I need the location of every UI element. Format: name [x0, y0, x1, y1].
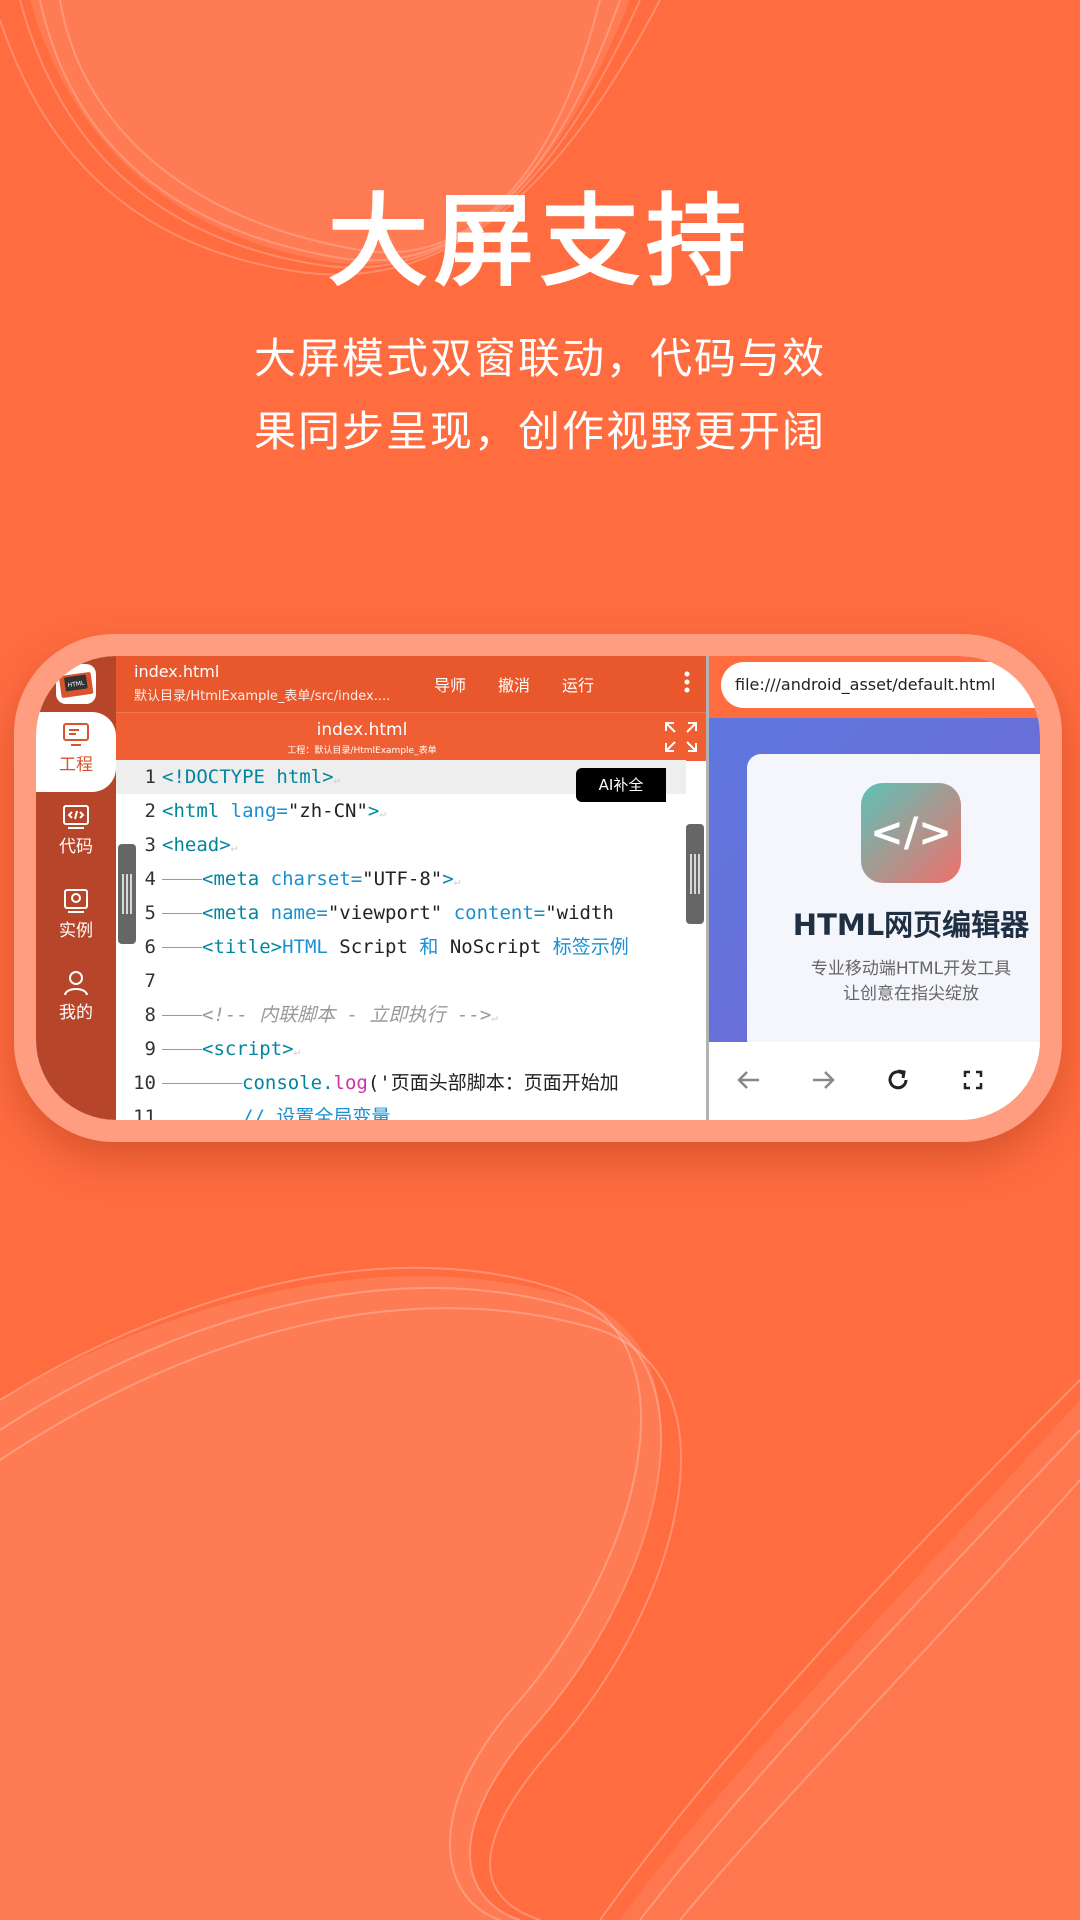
sidebar-label: 工程: [59, 755, 93, 775]
sidebar-item-examples[interactable]: 实例: [36, 878, 116, 958]
phone-frame: HTML 工程 代码 实例 我的 index.html 默认目录/HtmlExa…: [14, 634, 1062, 1142]
example-icon: [64, 889, 88, 913]
tab-title: index.html: [316, 720, 408, 740]
code-line: 5 <meta name="viewport" content="width: [144, 902, 614, 924]
file-title: index.html: [134, 662, 220, 681]
code-logo-icon: </>: [861, 783, 961, 883]
app-logo: HTML: [56, 664, 96, 704]
back-arrow-icon[interactable]: [735, 1066, 763, 1094]
url-bar-container: file:///android_asset/default.html: [709, 656, 1040, 718]
run-button[interactable]: 运行: [562, 672, 594, 696]
editor-toolbar: index.html 默认目录/HtmlExample_表单/src/index…: [116, 656, 706, 712]
sidebar-label: 我的: [59, 1003, 93, 1023]
code-line: 7: [144, 970, 156, 992]
forward-arrow-icon[interactable]: [809, 1066, 837, 1094]
sidebar: HTML 工程 代码 实例 我的: [36, 656, 116, 1120]
code-area[interactable]: 1 <!DOCTYPE html>↵ 2 <html lang="zh-CN">↵ …: [116, 760, 706, 1120]
user-icon: [64, 971, 88, 996]
fullscreen-icon[interactable]: [959, 1066, 987, 1094]
webpage-description-line1: 专业移动端HTML开发工具: [810, 959, 1012, 979]
code-line: 10 console.log('页面头部脚本：页面开始加: [133, 1072, 619, 1094]
sidebar-item-project[interactable]: 工程: [36, 712, 116, 792]
editor-tab[interactable]: index.html 工程：默认目录/HtmlExample_表单: [116, 712, 706, 761]
code-line: 8 <!-- 内联脚本 - 立即执行 -->↵: [144, 1004, 498, 1026]
left-drag-handle[interactable]: [118, 844, 136, 944]
refresh-icon[interactable]: [884, 1066, 912, 1094]
guide-button[interactable]: 导师: [434, 672, 466, 696]
more-vertical-icon[interactable]: [682, 670, 692, 694]
sidebar-item-mine[interactable]: 我的: [36, 960, 116, 1040]
browser-nav-bar: [709, 1042, 1040, 1120]
undo-button[interactable]: 撤消: [498, 672, 530, 696]
tab-subtitle: 工程：默认目录/HtmlExample_表单: [287, 746, 437, 756]
promo-subtitle-line2: 果同步呈现，创作视野更开阔: [253, 407, 826, 456]
code-line: 4 <meta charset="UTF-8">↵: [144, 868, 461, 890]
phone-screen: HTML 工程 代码 实例 我的 index.html 默认目录/HtmlExa…: [36, 656, 1040, 1120]
webpage-title: HTML网页编辑器: [792, 908, 1030, 942]
code-line: 6 <title>HTML Script 和 NoScript 标签示例: [144, 936, 629, 958]
promo-subtitle-line1: 大屏模式双窗联动，代码与效: [253, 334, 826, 383]
code-editor-pane: index.html 默认目录/HtmlExample_表单/src/index…: [116, 656, 706, 1120]
fullscreen-expand-icon[interactable]: [664, 721, 698, 753]
sidebar-item-code[interactable]: 代码: [36, 794, 116, 874]
code-line: 11// 设置全局变量: [133, 1106, 391, 1120]
monitor-icon: [63, 723, 89, 746]
file-path: 默认目录/HtmlExample_表单/src/index....: [134, 689, 391, 704]
url-bar[interactable]: file:///android_asset/default.html: [721, 662, 1040, 708]
promo-headline: 大屏支持: [328, 183, 752, 300]
right-drag-handle[interactable]: [686, 824, 704, 924]
code-line: 9 <script>↵: [144, 1038, 301, 1060]
preview-pane: file:///android_asset/default.html </> H…: [709, 656, 1040, 1120]
code-line: 3 <head>↵: [144, 834, 238, 856]
webpage-description-line2: 让创意在指尖绽放: [843, 984, 979, 1004]
code-icon: [63, 805, 89, 829]
sidebar-label: 代码: [59, 837, 93, 857]
ai-complete-button[interactable]: AI补全: [576, 768, 666, 802]
sidebar-label: 实例: [59, 921, 93, 941]
